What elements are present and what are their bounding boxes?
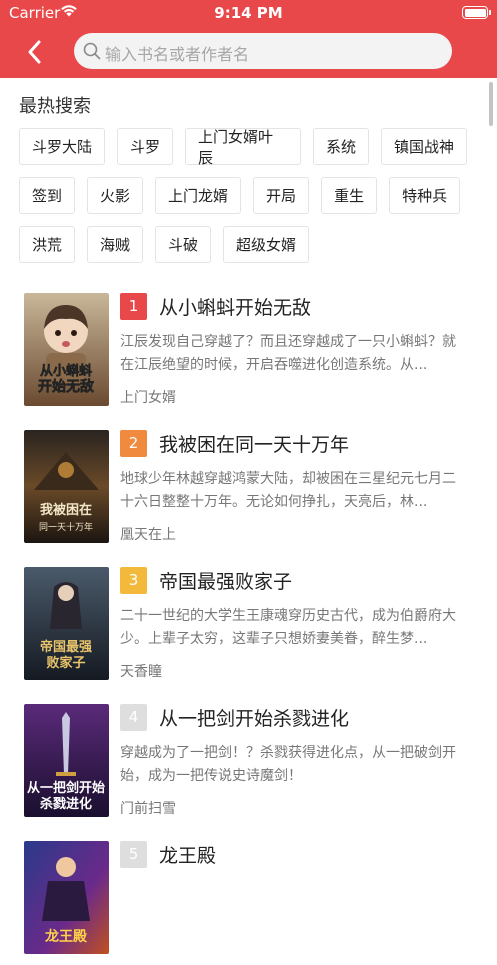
book-item[interactable]: 帝国最强 败家子 3 帝国最强败家子 二十一世纪的大学生王康魂穿历史古代，成为伯… xyxy=(0,554,497,691)
book-author: 凰天在上 xyxy=(120,527,176,543)
book-item[interactable]: 龙王殿 5 龙王殿 xyxy=(0,828,497,965)
search-tag[interactable]: 重生 xyxy=(321,177,378,214)
book-title: 从一把剑开始杀戮进化 xyxy=(159,708,350,730)
book-author: 天香瞳 xyxy=(120,664,162,680)
clock: 9:14 PM xyxy=(214,4,283,22)
book-author: 门前扫雪 xyxy=(120,801,176,817)
book-cover: 从小蝌蚪 开始无敌 xyxy=(24,293,109,406)
search-icon xyxy=(83,42,101,64)
book-cover: 我被困在 同一天十万年 xyxy=(24,430,109,543)
book-description: 地球少年林越穿越鸿蒙大陆，却被困在三星纪元七月二十六日整整十万年。无论如何挣扎，… xyxy=(120,471,456,510)
search-tag[interactable]: 斗破 xyxy=(155,226,212,263)
scrollbar[interactable] xyxy=(489,82,493,126)
book-item[interactable]: 我被困在 同一天十万年 2 我被困在同一天十万年 地球少年林越穿越鸿蒙大陆，却被… xyxy=(0,417,497,554)
rank-badge: 5 xyxy=(120,841,147,868)
rank-badge: 4 xyxy=(120,704,147,731)
search-tag[interactable]: 系统 xyxy=(312,128,369,165)
search-tag[interactable]: 超级女婿 xyxy=(223,226,310,263)
cover-title-line-2: 开始无敌 xyxy=(38,378,94,395)
book-item[interactable]: 从小蝌蚪 开始无敌 1 从小蝌蚪开始无敌 江辰发现自己穿越了？而且还穿越成了一只… xyxy=(0,280,497,417)
book-title: 龙王殿 xyxy=(159,845,217,867)
book-list: 从小蝌蚪 开始无敌 1 从小蝌蚪开始无敌 江辰发现自己穿越了？而且还穿越成了一只… xyxy=(0,280,497,965)
cover-title-line-1: 帝国最强 xyxy=(40,639,92,655)
search-tag[interactable]: 开局 xyxy=(253,177,310,214)
nav-bar: 输入书名或者作者名 xyxy=(0,26,497,78)
search-placeholder: 输入书名或者作者名 xyxy=(105,45,250,64)
search-tag[interactable]: 斗罗 xyxy=(117,128,173,165)
search-input[interactable]: 输入书名或者作者名 xyxy=(74,33,452,69)
book-title: 从小蝌蚪开始无敌 xyxy=(159,297,312,319)
search-tag[interactable]: 镇国战神 xyxy=(380,128,467,165)
book-title: 我被困在同一天十万年 xyxy=(159,434,350,456)
book-description: 二十一世纪的大学生王康魂穿历史古代，成为伯爵府大少。上辈子太穷，这辈子只想娇妻美… xyxy=(120,608,456,647)
book-description: 江辰发现自己穿越了？而且还穿越成了一只小蝌蚪？就在江辰绝望的时候，开启吞噬进化创… xyxy=(120,334,456,373)
book-author: 上门女婿 xyxy=(120,390,176,406)
tag-row: 签到 火影 上门龙婿 开局 重生 特种兵 xyxy=(19,177,479,214)
search-tag[interactable]: 斗罗大陆 xyxy=(19,128,105,165)
chevron-left-icon xyxy=(28,40,41,64)
search-tag[interactable]: 上门龙婿 xyxy=(155,177,242,214)
search-tag[interactable]: 火影 xyxy=(87,177,144,214)
tag-row: 斗罗大陆 斗罗 上门女婿叶辰 系统 镇国战神 xyxy=(19,128,479,167)
search-tag[interactable]: 海贼 xyxy=(87,226,144,263)
book-cover: 从一把剑开始 杀戮进化 xyxy=(24,704,109,817)
cover-title-line-1: 从小蝌蚪 xyxy=(40,363,92,379)
book-title: 帝国最强败家子 xyxy=(159,571,293,593)
cover-title-line-1: 我被困在 xyxy=(40,502,92,518)
rank-badge: 1 xyxy=(120,293,147,320)
hot-search-tags: 斗罗大陆 斗罗 上门女婿叶辰 系统 镇国战神 签到 火影 上门龙婿 开局 重生 … xyxy=(19,128,479,275)
book-cover: 龙王殿 xyxy=(24,841,109,954)
hot-search-title: 最热搜索 xyxy=(19,96,91,117)
search-tag[interactable]: 上门女婿叶辰 xyxy=(185,128,301,167)
cover-title: 龙王殿 xyxy=(44,928,88,945)
search-tag[interactable]: 特种兵 xyxy=(389,177,461,214)
rank-badge: 2 xyxy=(120,430,147,457)
search-tag[interactable]: 签到 xyxy=(19,177,76,214)
cover-title-line-1: 从一把剑开始 xyxy=(27,780,105,796)
search-tag[interactable]: 洪荒 xyxy=(19,226,76,263)
tag-row: 洪荒 海贼 斗破 超级女婿 xyxy=(19,226,479,263)
status-bar: Carrier 9:14 PM xyxy=(0,0,497,26)
book-cover: 帝国最强 败家子 xyxy=(24,567,109,680)
cover-title-line-2: 杀戮进化 xyxy=(40,796,92,812)
back-button[interactable] xyxy=(22,38,50,66)
book-description: 穿越成为了一把剑！？杀戮获得进化点，从一把破剑开始，成为一把传说史诗魔剑！ xyxy=(120,745,456,784)
rank-badge: 3 xyxy=(120,567,147,594)
battery-icon xyxy=(462,6,491,19)
book-item[interactable]: 从一把剑开始 杀戮进化 4 从一把剑开始杀戮进化 穿越成为了一把剑！？杀戮获得进… xyxy=(0,691,497,828)
cover-title-line-2: 同一天十万年 xyxy=(39,521,93,533)
book-description xyxy=(120,879,456,925)
cover-title-line-2: 败家子 xyxy=(46,655,85,671)
